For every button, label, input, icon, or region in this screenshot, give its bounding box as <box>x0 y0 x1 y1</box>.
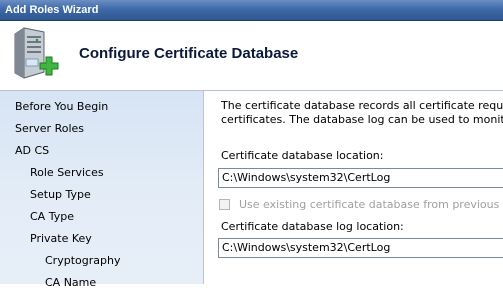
page-title: Configure Certificate Database <box>79 45 299 62</box>
window-title: Add Roles Wizard <box>5 4 99 16</box>
sidebar-item-ca-type[interactable]: CA Type <box>30 210 74 224</box>
sidebar-item-setup-type[interactable]: Setup Type <box>30 188 91 202</box>
sidebar-item-cryptography[interactable]: Cryptography <box>45 254 120 268</box>
description-text: The certificate database records all cer… <box>221 99 503 127</box>
use-existing-db-checkbox[interactable] <box>219 199 230 210</box>
window-titlebar[interactable]: Add Roles Wizard <box>0 0 503 21</box>
description-line: certificates. The database log can be us… <box>221 113 503 126</box>
sidebar-item-server-roles[interactable]: Server Roles <box>15 122 84 136</box>
wizard-steps-sidebar: Before You Begin Server Roles AD CS Role… <box>0 91 203 289</box>
log-location-field[interactable]: C:\Windows\system32\CertLog <box>218 238 503 258</box>
sidebar-item-role-services[interactable]: Role Services <box>30 166 104 180</box>
wizard-header: Configure Certificate Database <box>0 21 503 91</box>
sidebar-item-before-you-begin[interactable]: Before You Begin <box>15 100 108 114</box>
server-add-icon <box>10 26 62 82</box>
wizard-content: The certificate database records all cer… <box>204 91 503 284</box>
sidebar-item-private-key[interactable]: Private Key <box>30 232 92 246</box>
use-existing-db-label: Use existing certificate database from p… <box>239 198 503 211</box>
db-location-label: Certificate database location: <box>221 149 384 162</box>
log-location-label: Certificate database log location: <box>221 220 404 233</box>
description-line: The certificate database records all cer… <box>221 99 503 112</box>
sidebar-item-ca-name[interactable]: CA Name <box>45 276 96 290</box>
db-location-field[interactable]: C:\Windows\system32\CertLog <box>218 168 503 188</box>
sidebar-item-ad-cs[interactable]: AD CS <box>15 144 49 158</box>
